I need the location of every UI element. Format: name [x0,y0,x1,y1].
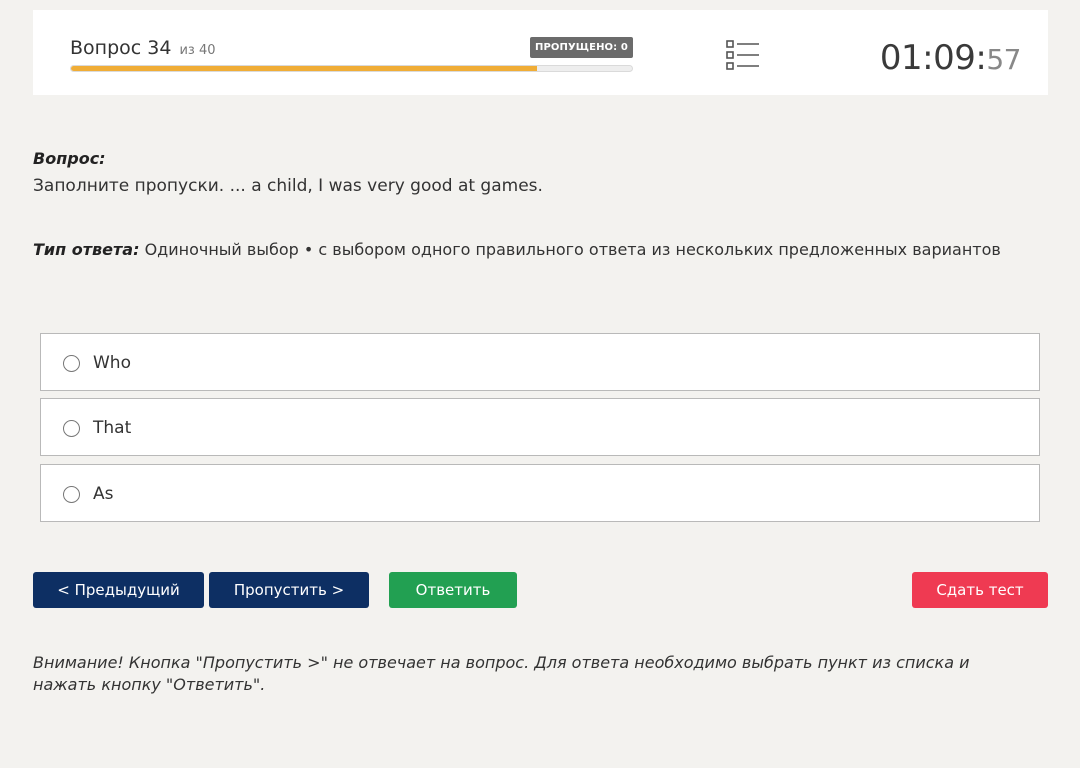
answer-button[interactable]: Ответить [389,572,517,608]
option-who[interactable]: Who [40,333,1040,391]
progress-bar [70,65,633,72]
previous-button[interactable]: < Предыдущий [33,572,204,608]
progress-fill [71,66,537,71]
question-number: Вопрос 34 [70,37,172,59]
answer-type: Тип ответа: Одиночный выбор • с выбором … [33,240,1001,259]
option-label: Who [93,353,131,373]
radio-button[interactable] [63,420,80,437]
option-label: That [93,418,132,438]
timer-main: 01:09: [879,38,987,78]
warning-note: Внимание! Кнопка "Пропустить >" не отвеч… [33,653,970,694]
skip-button[interactable]: Пропустить > [209,572,369,608]
countdown-timer: 01:09:57 [879,38,1022,78]
question-counter: Вопрос 34 из 40 [70,37,216,59]
question-label: Вопрос: [33,149,106,168]
question-text: Заполните пропуски. ... a child, I was v… [33,176,543,196]
answer-type-value: Одиночный выбор • с выбором одного прави… [144,240,1001,259]
option-label: As [93,484,114,504]
quiz-header: Вопрос 34 из 40 ПРОПУЩЕНО: 0 01:09:57 [33,10,1048,95]
skipped-badge: ПРОПУЩЕНО: 0 [530,37,633,58]
timer-seconds: 57 [986,43,1021,76]
answer-type-label: Тип ответа: [33,240,140,259]
radio-button[interactable] [63,486,80,503]
radio-button[interactable] [63,355,80,372]
option-as[interactable]: As [40,464,1040,522]
question-total: из 40 [179,43,216,58]
option-that[interactable]: That [40,398,1040,456]
submit-test-button[interactable]: Сдать тест [912,572,1048,608]
list-icon[interactable] [725,39,761,71]
